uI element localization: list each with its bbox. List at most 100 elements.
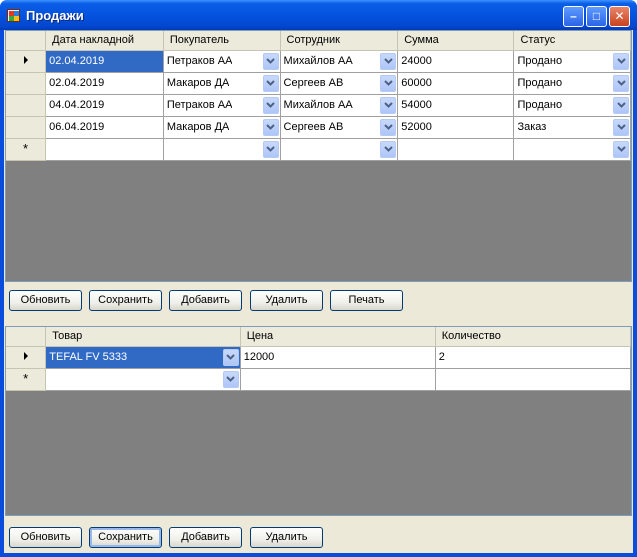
sales-save-button[interactable]: Сохранить <box>89 290 162 311</box>
chevron-down-icon[interactable] <box>262 96 279 114</box>
cell-buyer: Макаров ДА <box>166 77 230 89</box>
table-row: 02.04.2019 Макаров ДА Сергеев АВ 60000 П… <box>6 72 631 95</box>
new-cell-employee-combo[interactable] <box>280 138 399 161</box>
column-header-buyer[interactable]: Покупатель <box>163 31 281 51</box>
cell-employee: Михайлов АА <box>283 99 353 111</box>
cell-employee: Михайлов АА <box>283 55 353 67</box>
chevron-down-icon[interactable] <box>380 52 397 70</box>
maximize-button[interactable]: □ <box>586 6 607 27</box>
title-bar[interactable]: Продажи – □ ✕ <box>0 0 637 30</box>
new-row-header[interactable]: * <box>6 138 47 161</box>
window-client-area: Дата накладной Покупатель Сотрудник Сумм… <box>4 30 633 553</box>
items-add-button[interactable]: Добавить <box>169 527 242 548</box>
row-header-current[interactable] <box>6 346 47 369</box>
new-cell-quantity[interactable] <box>435 368 631 391</box>
maximize-icon: □ <box>592 9 601 23</box>
cell-date[interactable]: 02.04.2019 <box>45 72 164 95</box>
cell-employee-combo[interactable]: Михайлов АА <box>280 94 399 117</box>
chevron-down-icon[interactable] <box>262 118 279 136</box>
chevron-down-icon[interactable] <box>613 140 629 158</box>
chevron-down-icon[interactable] <box>380 74 397 92</box>
cell-buyer-combo[interactable]: Петраков АА <box>163 94 281 117</box>
sales-corner-header[interactable] <box>6 31 47 51</box>
cell-status-combo[interactable]: Продано <box>513 50 631 73</box>
chevron-down-icon[interactable] <box>222 348 239 366</box>
chevron-down-icon[interactable] <box>262 52 279 70</box>
chevron-down-icon[interactable] <box>613 52 629 70</box>
minimize-button[interactable]: – <box>563 6 584 27</box>
chevron-down-icon[interactable] <box>613 96 629 114</box>
new-cell-status-combo[interactable] <box>513 138 631 161</box>
sales-window: Продажи – □ ✕ Дата накладной Покупатель … <box>0 0 637 557</box>
new-cell-product-combo[interactable] <box>45 368 241 391</box>
cell-product: TEFAL FV 5333 <box>49 351 128 363</box>
cell-status: Продано <box>517 99 563 111</box>
column-header-quantity[interactable]: Количество <box>435 327 631 347</box>
chevron-down-icon[interactable] <box>613 74 629 92</box>
new-cell-date[interactable] <box>45 138 164 161</box>
cell-date[interactable]: 06.04.2019 <box>45 116 164 139</box>
items-table: Товар Цена Количество TEFAL FV 5333 1200… <box>6 327 631 391</box>
items-delete-button[interactable]: Удалить <box>250 527 323 548</box>
column-header-price[interactable]: Цена <box>240 327 436 347</box>
items-refresh-button[interactable]: Обновить <box>9 527 82 548</box>
current-row-arrow-icon <box>23 352 28 360</box>
cell-quantity[interactable]: 2 <box>435 346 631 369</box>
cell-employee-combo[interactable]: Михайлов АА <box>280 50 399 73</box>
chevron-down-icon[interactable] <box>380 118 397 136</box>
cell-sum[interactable]: 60000 <box>397 72 515 95</box>
new-cell-buyer-combo[interactable] <box>163 138 281 161</box>
current-row-arrow-icon <box>23 56 28 64</box>
cell-employee-combo[interactable]: Сергеев АВ <box>280 72 399 95</box>
column-header-employee[interactable]: Сотрудник <box>280 31 399 51</box>
chevron-down-icon[interactable] <box>380 96 397 114</box>
chevron-down-icon[interactable] <box>380 140 397 158</box>
cell-sum[interactable]: 24000 <box>397 50 515 73</box>
column-header-product[interactable]: Товар <box>45 327 241 347</box>
sales-print-button[interactable]: Печать <box>330 290 403 311</box>
column-header-date[interactable]: Дата накладной <box>45 31 164 51</box>
items-grid[interactable]: Товар Цена Количество TEFAL FV 5333 1200… <box>5 326 632 516</box>
chevron-down-icon[interactable] <box>262 140 279 158</box>
cell-buyer-combo[interactable]: Макаров ДА <box>163 116 281 139</box>
close-button[interactable]: ✕ <box>609 6 630 27</box>
sales-delete-button[interactable]: Удалить <box>250 290 323 311</box>
cell-buyer-combo[interactable]: Петраков АА <box>163 50 281 73</box>
cell-sum[interactable]: 52000 <box>397 116 515 139</box>
column-header-sum[interactable]: Сумма <box>397 31 515 51</box>
sales-add-button[interactable]: Добавить <box>169 290 242 311</box>
cell-status: Заказ <box>517 121 547 133</box>
chevron-down-icon[interactable] <box>222 370 239 388</box>
chevron-down-icon[interactable] <box>613 118 629 136</box>
items-corner-header[interactable] <box>6 327 47 347</box>
cell-status-combo[interactable]: Заказ <box>513 116 631 139</box>
table-row: 06.04.2019 Макаров ДА Сергеев АВ 52000 З… <box>6 116 631 139</box>
row-header[interactable] <box>6 72 47 95</box>
cell-sum[interactable]: 54000 <box>397 94 515 117</box>
new-row: * <box>6 138 631 161</box>
sales-refresh-button[interactable]: Обновить <box>9 290 82 311</box>
sales-header-row: Дата накладной Покупатель Сотрудник Сумм… <box>6 31 631 51</box>
minimize-icon: – <box>570 9 577 23</box>
close-icon: ✕ <box>614 9 625 23</box>
items-save-button[interactable]: Сохранить <box>89 527 162 548</box>
app-icon[interactable] <box>7 9 20 22</box>
row-header-current[interactable] <box>6 50 47 73</box>
cell-employee-combo[interactable]: Сергеев АВ <box>280 116 399 139</box>
cell-date[interactable]: 02.04.2019 <box>45 50 164 73</box>
row-header[interactable] <box>6 94 47 117</box>
cell-buyer-combo[interactable]: Макаров ДА <box>163 72 281 95</box>
cell-status-combo[interactable]: Продано <box>513 72 631 95</box>
row-header[interactable] <box>6 116 47 139</box>
cell-product-combo[interactable]: TEFAL FV 5333 <box>45 346 241 369</box>
sales-table: Дата накладной Покупатель Сотрудник Сумм… <box>6 31 631 161</box>
column-header-status[interactable]: Статус <box>513 31 631 51</box>
sales-grid[interactable]: Дата накладной Покупатель Сотрудник Сумм… <box>5 30 632 282</box>
cell-price[interactable]: 12000 <box>240 346 436 369</box>
cell-date[interactable]: 04.04.2019 <box>45 94 164 117</box>
new-cell-sum[interactable] <box>397 138 515 161</box>
new-row-header[interactable]: * <box>6 368 47 391</box>
cell-status-combo[interactable]: Продано <box>513 94 631 117</box>
chevron-down-icon[interactable] <box>262 74 279 92</box>
new-cell-price[interactable] <box>240 368 436 391</box>
